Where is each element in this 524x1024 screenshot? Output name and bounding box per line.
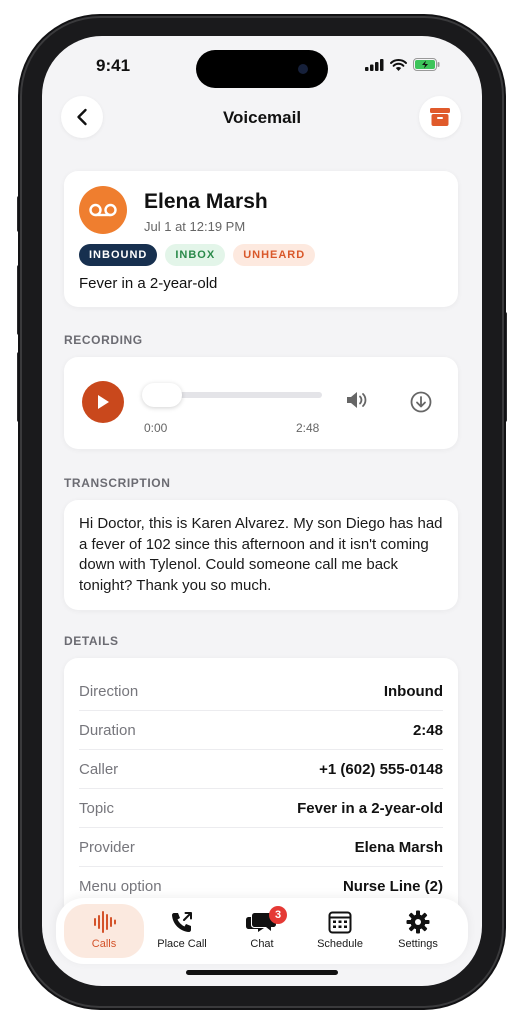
detail-label: Duration [79,721,136,739]
archive-icon [430,108,450,126]
detail-value: Inbound [383,682,443,700]
voicemail-timestamp: Jul 1 at 12:19 PM [144,219,246,234]
caller-name: Elena Marsh [144,190,268,213]
status-icons [365,58,440,71]
total-duration: 2:48 [296,421,320,435]
recording-section-label: RECORDING [64,333,143,347]
tab-label: Chat [250,938,274,950]
detail-row-topic: Topic Fever in a 2-year-old [79,789,443,828]
status-badges: INBOUND INBOX UNHEARD [79,244,316,266]
transcription-card: Hi Doctor, this is Karen Alvarez. My son… [64,500,458,610]
tab-schedule[interactable]: Schedule [300,904,380,958]
detail-value[interactable]: +1 (602) 555-0148 [319,761,443,778]
inbox-badge: INBOX [165,244,226,266]
detail-label: Provider [79,838,135,856]
status-time: 9:41 [96,56,131,75]
elapsed-time: 0:00 [144,421,168,435]
detail-value: Fever in a 2-year-old [297,799,443,817]
details-section-label: DETAILS [64,634,119,648]
signal-icon [365,58,384,71]
tab-label: Place Call [157,938,207,950]
unheard-badge: UNHEARD [233,244,316,266]
tab-label: Calls [91,938,117,950]
detail-value: 2:48 [412,721,443,739]
wifi-icon [390,58,407,71]
tab-label: Schedule [317,938,363,950]
battery-icon [413,58,440,71]
archive-button[interactable] [419,96,461,138]
dynamic-island [196,50,328,88]
voicemail-summary-card: Elena Marsh Jul 1 at 12:19 PM INBOUND IN… [64,171,458,307]
voicemail-topic: Fever in a 2-year-old [79,275,218,292]
inbound-badge: INBOUND [79,244,158,266]
transcription-text: Hi Doctor, this is Karen Alvarez. My son… [79,515,443,594]
calendar-icon [328,911,352,934]
recording-player-card: 0:00 2:48 [64,357,458,449]
playback-scrubber[interactable] [142,383,182,407]
detail-value: Nurse Line (2) [342,878,443,895]
sound-wave-icon [94,911,116,933]
home-indicator [186,970,338,975]
play-button[interactable] [82,381,124,423]
tab-settings[interactable]: Settings [378,904,458,958]
detail-label: Topic [79,799,115,817]
detail-value: Elena Marsh [354,838,443,856]
phone-outgoing-icon [172,912,192,932]
volume-icon[interactable] [346,391,370,409]
detail-label: Menu option [79,878,162,895]
detail-label: Direction [79,682,139,700]
tab-calls[interactable]: Calls [64,904,144,958]
voicemail-icon [89,203,117,217]
details-card: Direction Inbound Duration 2:48 Caller +… [64,658,458,918]
tab-place-call[interactable]: Place Call [142,904,222,958]
screen: 9:41 Voicemail Elena Marsh Jul 1 at 12:1… [42,36,482,986]
tab-label: Settings [398,938,438,950]
detail-row-provider: Provider Elena Marsh [79,828,443,867]
play-icon [98,395,109,409]
detail-row-direction: Direction Inbound [79,672,443,711]
tab-chat[interactable]: 3 Chat [222,904,302,958]
page-title: Voicemail [222,108,302,127]
transcription-section-label: TRANSCRIPTION [64,476,171,490]
tab-bar: Calls Place Call 3 Chat Schedule Setting… [56,898,468,964]
chat-unread-badge: 3 [269,906,287,924]
detail-row-duration: Duration 2:48 [79,711,443,750]
download-icon[interactable] [410,391,432,413]
detail-row-caller: Caller +1 (602) 555-0148 [79,750,443,789]
detail-label: Caller [79,760,119,778]
voicemail-avatar [79,186,127,234]
gear-icon [406,910,430,934]
